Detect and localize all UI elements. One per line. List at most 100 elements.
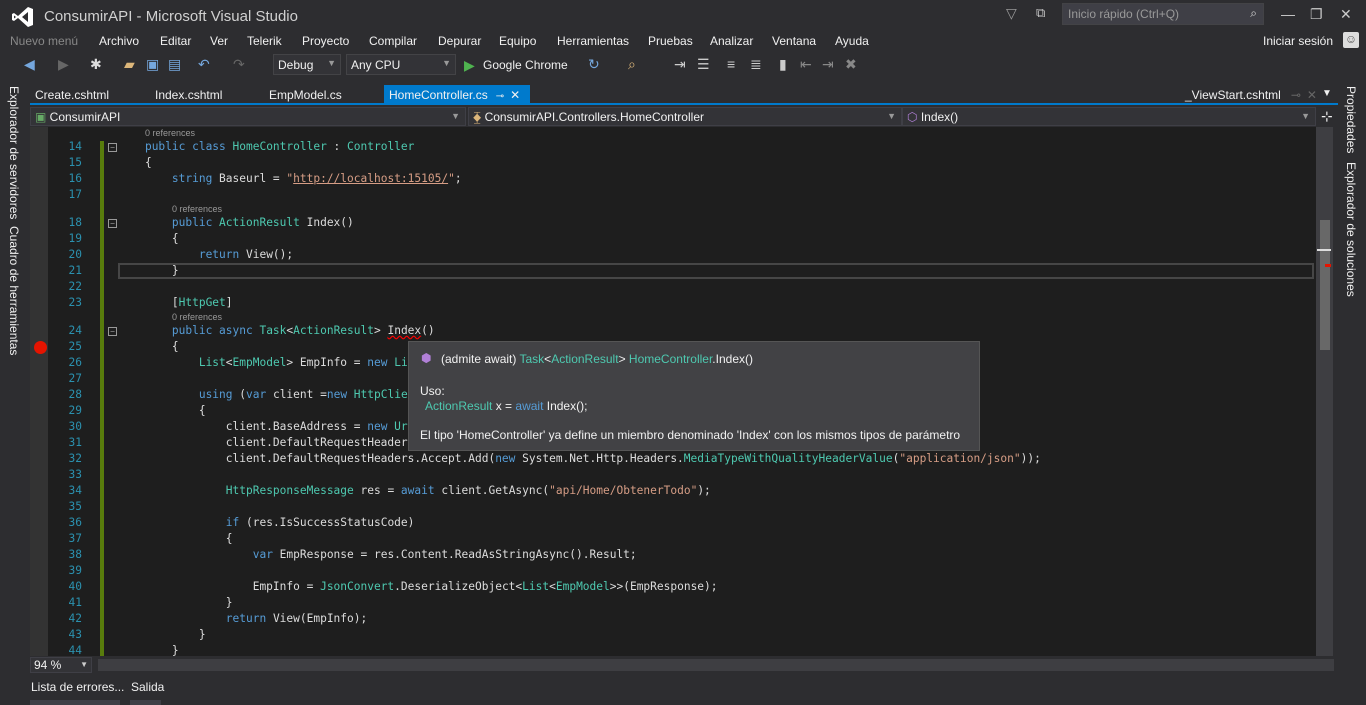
menu-depurar[interactable]: Depurar [438, 34, 481, 48]
collapse-icon[interactable]: − [108, 327, 117, 336]
filter-icon[interactable]: ▽ [1006, 5, 1017, 22]
tab-label: Create.cshtml [35, 88, 110, 102]
code-line: 16 string Baseurl = "http://localhost:15… [30, 171, 1316, 187]
code-text: public ActionResult Index() [118, 215, 354, 231]
restore-button[interactable]: ❐ [1310, 6, 1323, 23]
chevron-down-icon: ▼ [327, 58, 336, 68]
menu-nuevo-menu[interactable]: Nuevo menú [10, 34, 78, 48]
line-number: 30 [68, 420, 82, 433]
split-editor-icon[interactable]: ⊹ [1321, 108, 1333, 125]
tab-overflow-icon[interactable]: ▼ [1322, 88, 1332, 99]
sign-in-link[interactable]: Iniciar sesión [1263, 34, 1333, 48]
member-dropdown[interactable]: ⬡ Index() ▼ [902, 107, 1316, 126]
platform-select[interactable]: Any CPU ▼ [346, 54, 456, 75]
step-icon[interactable]: ⇥ [674, 56, 686, 73]
start-debug-icon[interactable]: ▶ [464, 57, 475, 74]
menu-proyecto[interactable]: Proyecto [302, 34, 349, 48]
tab-empmodel-cs[interactable]: EmpModel.cs [264, 85, 347, 104]
refresh-icon[interactable]: ↻ [588, 56, 600, 73]
clear-bookmarks-icon[interactable]: ✖ [845, 56, 857, 73]
uncomment-icon[interactable]: ≣ [750, 56, 762, 73]
run-target-button[interactable]: Google Chrome [483, 58, 568, 72]
menu-telerik[interactable]: Telerik [247, 34, 282, 48]
menu-compilar[interactable]: Compilar [369, 34, 417, 48]
bookmark-icon[interactable]: ▮ [779, 56, 787, 73]
find-icon[interactable]: ⌕ [628, 56, 636, 73]
code-token: { [118, 340, 179, 353]
method-icon: ⬡ [907, 110, 921, 124]
error-list-tab[interactable]: Lista de errores... [31, 680, 124, 694]
quick-launch-input[interactable]: Inicio rápido (Ctrl+Q) ⌕ [1062, 3, 1264, 25]
code-token: new [367, 420, 395, 433]
document-tabs: Create.cshtml Index.cshtml EmpModel.cs H… [30, 85, 1338, 105]
error-marker [1325, 264, 1331, 267]
menu-analizar[interactable]: Analizar [710, 34, 753, 48]
scrollbar-thumb[interactable] [1320, 220, 1330, 350]
tab-viewstart-cshtml[interactable]: _ViewStart.cshtml ⊸ ✕ [1180, 85, 1322, 104]
code-token: ); [697, 484, 711, 497]
save-icon[interactable]: ▣ [146, 56, 159, 73]
tab-create-cshtml[interactable]: Create.cshtml [30, 85, 114, 104]
code-token: Index [387, 324, 422, 337]
server-explorer-tab[interactable]: Explorador de servidores [7, 86, 21, 219]
forward-icon[interactable]: ▶ [58, 56, 69, 73]
code-token: Controller [347, 140, 415, 153]
format-icon[interactable]: ☰ [697, 56, 710, 73]
feedback-icon[interactable]: ⧉ [1036, 5, 1045, 21]
menu-editar[interactable]: Editar [160, 34, 191, 48]
close-tab-icon[interactable]: ✕ [1307, 88, 1317, 102]
undo-icon[interactable]: ↶ [198, 56, 210, 73]
vertical-scrollbar[interactable] [1316, 127, 1333, 656]
code-token: .DeserializeObject< [394, 580, 523, 593]
minimize-button[interactable]: — [1281, 6, 1295, 22]
open-file-icon[interactable]: ▰ [124, 56, 135, 73]
codelens-row: 0 references [30, 311, 1316, 323]
configuration-select[interactable]: Debug ▼ [273, 54, 341, 75]
menu-ventana[interactable]: Ventana [772, 34, 816, 48]
properties-tab[interactable]: Propiedades [1344, 86, 1358, 153]
pin-icon[interactable]: ⊸ [1291, 88, 1301, 102]
menu-herramientas[interactable]: Herramientas [557, 34, 629, 48]
next-bookmark-icon[interactable]: ⇥ [822, 56, 834, 73]
comment-icon[interactable]: ≡ [727, 56, 735, 72]
tab-index-cshtml[interactable]: Index.cshtml [150, 85, 227, 104]
new-project-icon[interactable]: ✱ [90, 56, 102, 73]
menu-ver[interactable]: Ver [210, 34, 228, 48]
codelens-references[interactable]: 0 references [172, 311, 222, 323]
tab-homecontroller-cs[interactable]: HomeController.cs ⊸ ✕ [384, 85, 530, 104]
menu-ayuda[interactable]: Ayuda [835, 34, 869, 48]
back-icon[interactable]: ◀ [24, 56, 35, 73]
pin-icon[interactable]: ⊸ [496, 91, 504, 102]
close-tab-icon[interactable]: ✕ [510, 88, 520, 102]
type-dropdown[interactable]: ⧱ ConsumirAPI.Controllers.HomeController… [468, 107, 902, 126]
redo-icon[interactable]: ↷ [233, 56, 245, 73]
account-icon[interactable]: ☺ [1343, 32, 1359, 48]
project-dropdown[interactable]: ▣ ConsumirAPI ▼ [30, 107, 466, 126]
toolbox-tab[interactable]: Cuadro de herramientas [7, 226, 21, 355]
codelens-references[interactable]: 0 references [145, 127, 195, 139]
menu-equipo[interactable]: Equipo [499, 34, 536, 48]
menu-archivo[interactable]: Archivo [99, 34, 139, 48]
horizontal-scrollbar[interactable] [98, 659, 1334, 671]
prev-bookmark-icon[interactable]: ⇤ [800, 56, 812, 73]
zoom-select[interactable]: 94 % ▼ [30, 657, 92, 673]
close-button[interactable]: ✕ [1340, 6, 1352, 23]
code-token: View(EmpInfo); [266, 612, 368, 625]
save-all-icon[interactable]: ▤ [168, 56, 181, 73]
search-icon: ⌕ [1250, 6, 1257, 20]
code-token: return [198, 248, 240, 261]
code-token: string [171, 172, 213, 185]
menu-pruebas[interactable]: Pruebas [648, 34, 693, 48]
collapse-icon[interactable]: − [108, 219, 117, 228]
collapse-icon[interactable]: − [108, 143, 117, 152]
output-tab[interactable]: Salida [131, 680, 164, 694]
solution-explorer-tab[interactable]: Explorador de soluciones [1344, 162, 1358, 297]
codelens-references[interactable]: 0 references [172, 203, 222, 215]
tab-label: Index.cshtml [155, 88, 223, 102]
